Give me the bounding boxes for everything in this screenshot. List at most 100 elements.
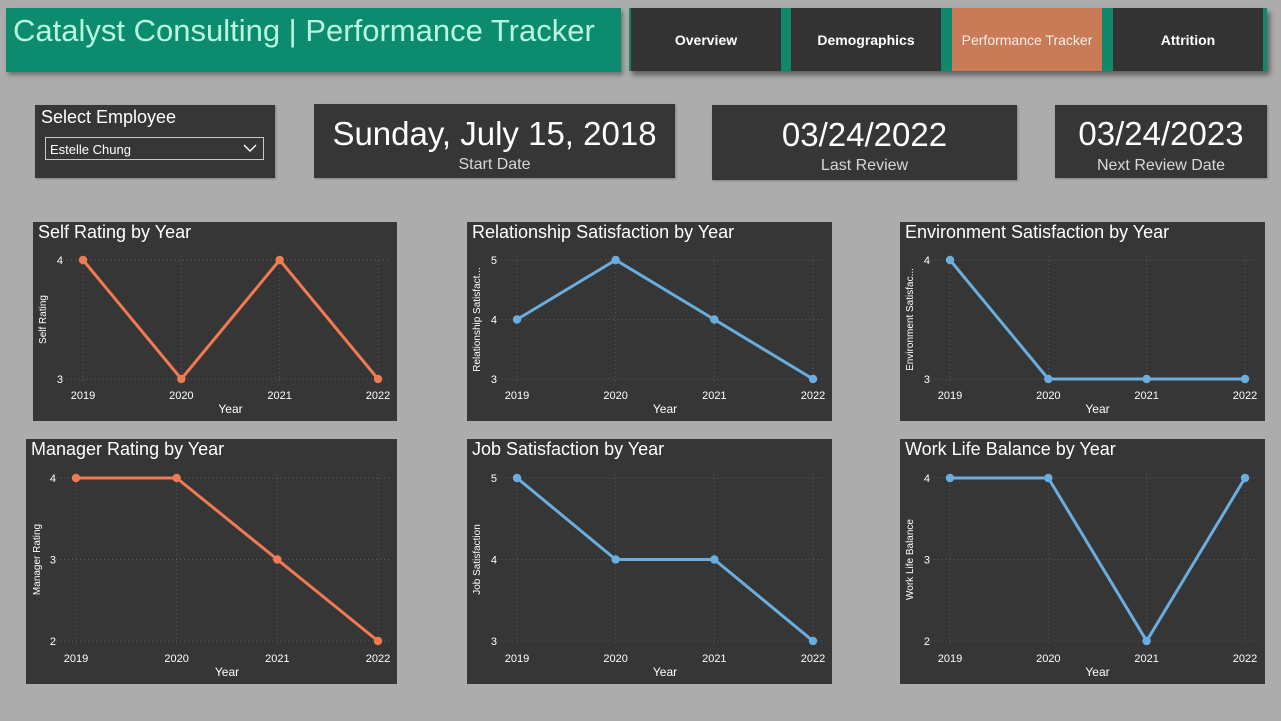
- y-tick-label: 3: [491, 374, 497, 386]
- x-tick-label: 2020: [603, 653, 627, 665]
- start-date-card: Sunday, July 15, 2018 Start Date: [314, 104, 675, 178]
- chart-title: Environment Satisfaction by Year: [905, 222, 1170, 242]
- data-point: [512, 473, 522, 483]
- chart-title: Self Rating by Year: [38, 222, 192, 242]
- chart-title: Work Life Balance by Year: [905, 439, 1116, 459]
- data-point: [1240, 473, 1250, 483]
- data-point: [808, 636, 818, 646]
- environment-satisfaction-chart: 3 4 2019 2020 2021 2022 Year Environment Satisf…: [900, 222, 1265, 421]
- y-axis-label: Self Rating: [38, 295, 49, 344]
- y-axis-label: Manager Rating: [32, 524, 43, 595]
- y-tick-label: 2: [50, 636, 56, 648]
- y-tick-label: 4: [924, 473, 930, 485]
- y-tick-label: 3: [924, 555, 930, 567]
- nav-attrition-button[interactable]: Attrition: [1113, 8, 1263, 71]
- data-point: [611, 555, 620, 564]
- employee-slicer: Select Employee Estelle Chung: [35, 105, 275, 178]
- x-tick-label: 2022: [1233, 653, 1257, 665]
- x-tick-label: 2019: [505, 653, 529, 665]
- report-title-banner: Catalyst Consulting | Performance Tracke…: [6, 8, 621, 72]
- data-point: [78, 255, 88, 265]
- y-tick-label: 4: [491, 555, 497, 567]
- chart-plot: 2 3 4 2019 2020 2021 2022 Year Manager Rating: [32, 473, 390, 679]
- y-tick-label: 5: [491, 255, 497, 267]
- y-axis-label: Work Life Balance: [905, 519, 916, 600]
- employee-dropdown[interactable]: Estelle Chung: [45, 137, 264, 160]
- x-tick-label: 2022: [801, 390, 825, 402]
- chart-plot: 3 4 2019 2020 2021 2022 Year Self Rating: [38, 255, 390, 416]
- data-point: [710, 555, 719, 564]
- x-tick-label: 2019: [64, 653, 88, 665]
- x-tick-label: 2022: [1233, 390, 1257, 402]
- y-tick-label: 4: [491, 315, 497, 327]
- last-review-card: 03/24/2022 Last Review: [712, 105, 1017, 180]
- data-point: [1142, 374, 1151, 384]
- chevron-down-icon: [243, 144, 257, 152]
- y-tick-label: 5: [491, 473, 497, 485]
- data-point: [275, 255, 284, 265]
- x-tick-label: 2020: [1036, 653, 1060, 665]
- work-life-balance-chart: 2 3 4 2019 2020 2021 2022 Year Work Life Balance…: [900, 439, 1265, 684]
- x-tick-label: 2020: [603, 390, 627, 402]
- y-tick-label: 3: [57, 374, 63, 386]
- x-tick-label: 2021: [265, 653, 289, 665]
- y-axis-label: Job Satisfaction: [472, 524, 483, 595]
- last-review-label: Last Review: [820, 157, 909, 174]
- data-point: [71, 473, 81, 483]
- next-review-card: 03/24/2023 Next Review Date: [1055, 105, 1267, 178]
- nav-demographics-button[interactable]: Demographics: [791, 8, 941, 71]
- x-axis-label: Year: [218, 402, 242, 416]
- x-tick-label: 2019: [938, 390, 962, 402]
- x-tick-label: 2021: [1134, 390, 1158, 402]
- self-rating-chart: 3 4 2019 2020 2021 2022 Year Self Rating Self R…: [33, 222, 397, 421]
- data-point: [808, 374, 818, 384]
- x-tick-label: 2021: [267, 390, 291, 402]
- data-point: [273, 555, 282, 564]
- y-tick-label: 3: [924, 374, 930, 386]
- y-tick-label: 4: [924, 255, 930, 267]
- chart-plot: 3 4 5 2019 2020 2021 2022 Year Relationship Sati…: [472, 255, 825, 416]
- data-point: [1044, 374, 1053, 384]
- start-date-label: Start Date: [458, 156, 531, 173]
- relationship-satisfaction-chart: 3 4 5 2019 2020 2021 2022 Year Relationship Sati…: [467, 222, 832, 421]
- x-axis-label: Year: [653, 402, 677, 416]
- x-tick-label: 2022: [801, 653, 825, 665]
- chart-plot: 3 4 5 2019 2020 2021 2022 Year Job Satisfaction: [472, 473, 825, 679]
- x-axis-label: Year: [1085, 402, 1109, 416]
- series-line: [81, 258, 380, 381]
- y-tick-label: 3: [50, 555, 56, 567]
- y-axis-label: Relationship Satisfact...: [472, 267, 483, 372]
- nav-performance-tracker-button[interactable]: Performance Tracker: [952, 8, 1102, 71]
- data-point: [1240, 374, 1250, 384]
- data-point: [611, 255, 620, 265]
- data-point: [512, 315, 522, 324]
- y-tick-label: 2: [924, 636, 930, 648]
- x-axis-label: Year: [1085, 665, 1109, 679]
- x-tick-label: 2019: [71, 390, 95, 402]
- data-point: [1044, 473, 1053, 483]
- page-navigation: Overview Demographics Performance Tracke…: [629, 8, 1267, 71]
- data-point: [373, 374, 383, 384]
- y-tick-label: 4: [57, 255, 63, 267]
- series-line: [948, 259, 1245, 381]
- data-point: [945, 473, 955, 483]
- report-title: Catalyst Consulting | Performance Tracke…: [13, 13, 595, 48]
- y-axis-label: Environment Satisfac...: [905, 268, 916, 371]
- manager-rating-chart: 2 3 4 2019 2020 2021 2022 Year Manager Rating Ma…: [26, 439, 397, 684]
- employee-dropdown-value: Estelle Chung: [50, 142, 131, 157]
- chart-plot: 2 3 4 2019 2020 2021 2022 Year Work Life Balance: [905, 473, 1257, 679]
- next-review-value: 03/24/2023: [1078, 115, 1244, 152]
- x-tick-label: 2022: [366, 653, 390, 665]
- next-review-label: Next Review Date: [1096, 157, 1226, 174]
- x-tick-label: 2021: [1134, 653, 1158, 665]
- x-tick-label: 2021: [702, 653, 726, 665]
- data-point: [172, 473, 181, 483]
- chart-plot: 3 4 2019 2020 2021 2022 Year Environment Satisf…: [905, 255, 1257, 416]
- x-tick-label: 2019: [938, 653, 962, 665]
- last-review-value: 03/24/2022: [781, 116, 948, 153]
- chart-title: Job Satisfaction by Year: [472, 439, 665, 459]
- start-date-value: Sunday, July 15, 2018: [332, 115, 657, 152]
- y-tick-label: 4: [50, 473, 56, 485]
- nav-overview-button[interactable]: Overview: [631, 8, 781, 71]
- data-point: [710, 315, 719, 324]
